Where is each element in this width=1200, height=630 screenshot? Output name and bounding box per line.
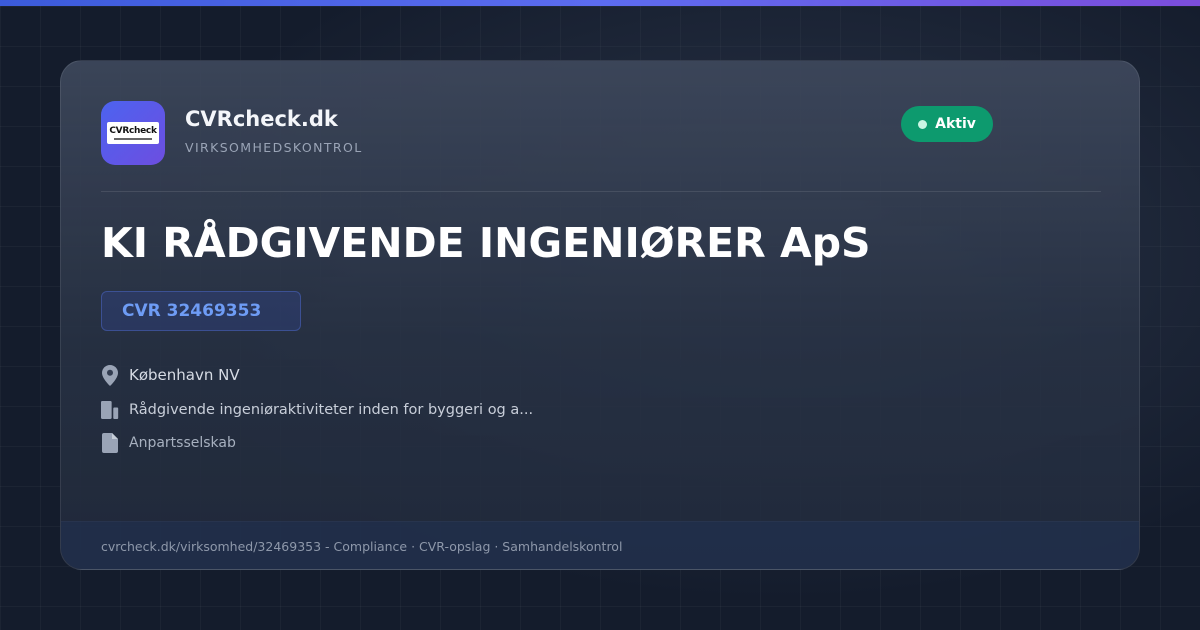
cvr-number: CVR 32469353 [122,301,262,321]
document-icon [101,432,119,454]
map-pin-icon [101,364,119,386]
top-accent-bar [0,0,1200,6]
company-card: CVRcheck CVRcheck.dk VIRKSOMHEDSKONTROL … [60,60,1140,570]
card-footer: cvrcheck.dk/virksomhed/32469353 - Compli… [61,521,1139,569]
location-row: København NV [101,364,240,386]
industry-label: Rådgivende ingeniøraktiviteter inden for… [129,402,534,418]
industry-row: Rådgivende ingeniøraktiviteter inden for… [101,399,533,421]
footer-url-text[interactable]: cvrcheck.dk/virksomhed/32469353 - Compli… [101,539,622,554]
building-icon [101,399,119,421]
cvr-badge: CVR 32469353 [101,291,301,331]
header-divider [101,191,1101,192]
brand-name: CVRcheck.dk [185,107,338,131]
status-label: Aktiv [935,116,976,132]
brand-tagline: VIRKSOMHEDSKONTROL [185,140,363,155]
status-dot-icon [918,119,928,129]
brand-logo: CVRcheck [101,101,165,165]
logo-underline [114,138,152,140]
company-name: KI RÅDGIVENDE INGENIØRER ApS [101,219,871,267]
company-type-row: Anpartsselskab [101,432,236,454]
logo-text: CVRcheck [109,126,157,136]
logo-mark: CVRcheck [107,122,159,144]
company-type-label: Anpartsselskab [129,435,236,451]
location-label: København NV [129,366,240,384]
status-badge: Aktiv [901,106,993,142]
